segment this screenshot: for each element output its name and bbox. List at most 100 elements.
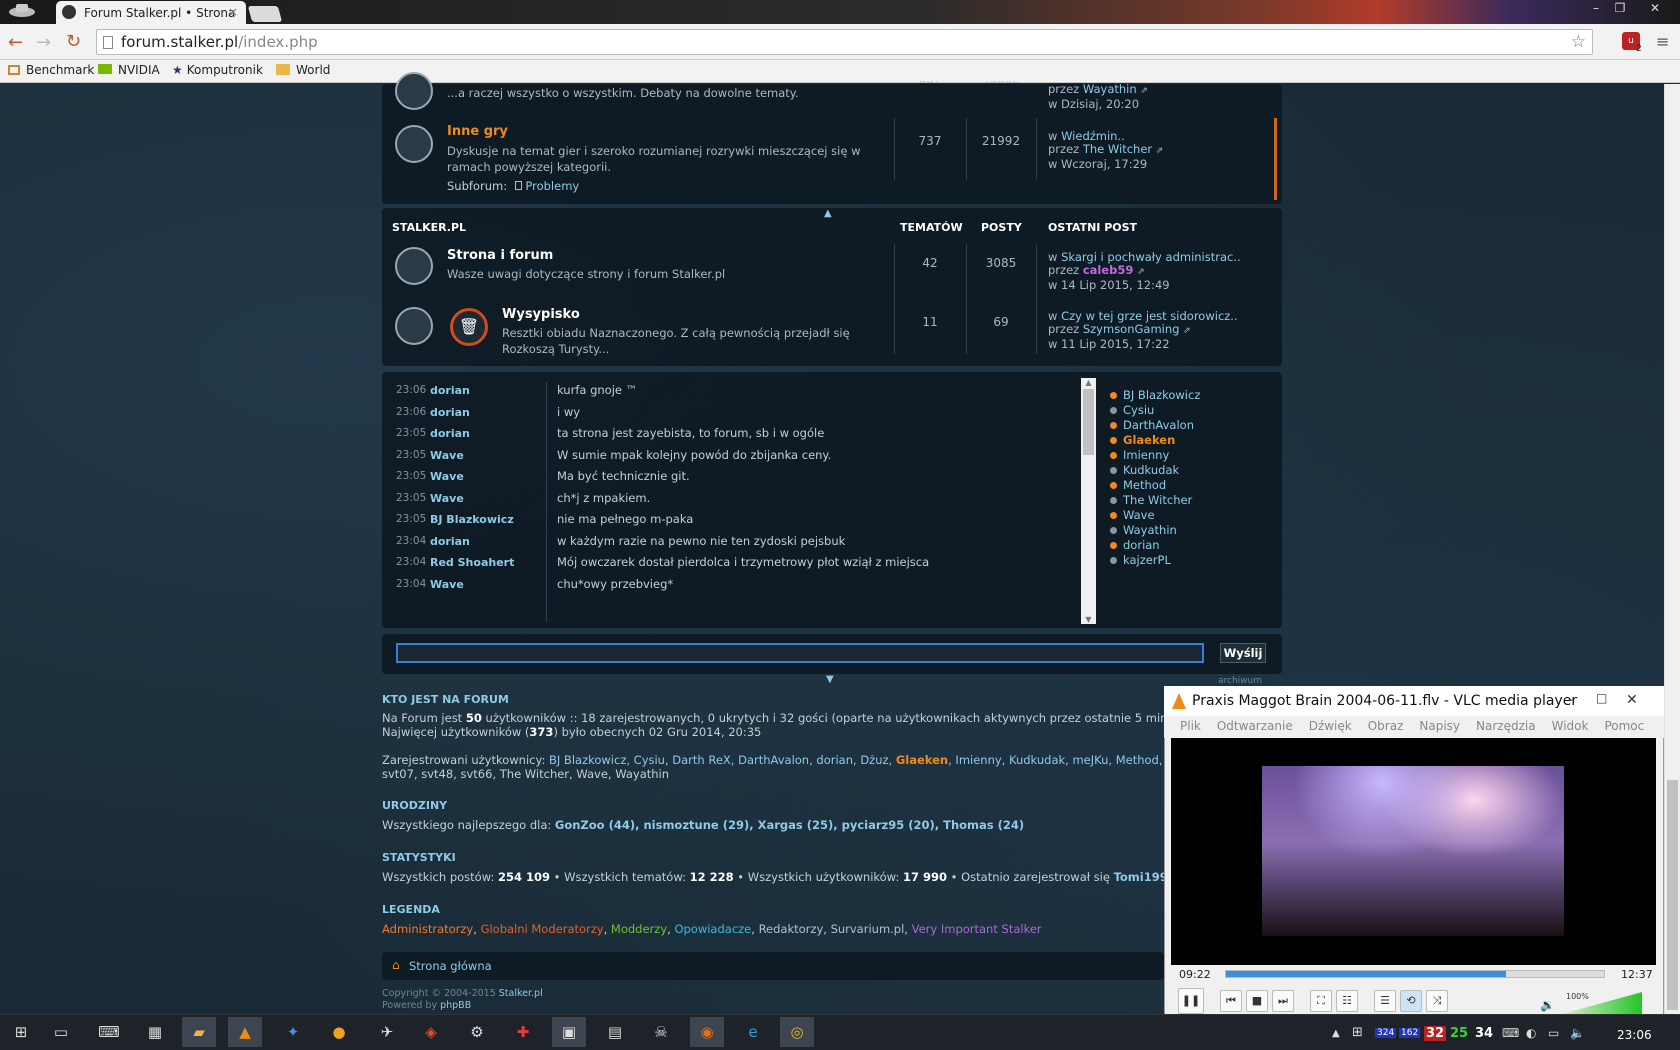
online-user[interactable]: DarthAvalon: [1110, 418, 1200, 433]
chat-user[interactable]: dorian: [430, 427, 470, 440]
chat-scroll-thumb[interactable]: [1083, 389, 1094, 455]
tray-arrow-icon[interactable]: ▲: [1332, 1028, 1340, 1039]
last-post-author[interactable]: SzymsonGaming: [1083, 322, 1180, 336]
bookmark-komputronik[interactable]: ★ Komputronik: [172, 63, 263, 77]
taskbar-vlc-icon[interactable]: ▲: [228, 1017, 262, 1047]
view-post-icon[interactable]: ⇗: [1156, 146, 1164, 156]
vlc-maximize-icon[interactable]: □: [1596, 691, 1607, 705]
reload-icon[interactable]: ↻: [66, 31, 81, 52]
chat-user[interactable]: dorian: [430, 535, 470, 548]
vlc-menu-item[interactable]: Obraz: [1368, 719, 1404, 733]
online-user[interactable]: kajzerPL: [1110, 553, 1200, 568]
shout-input[interactable]: [396, 643, 1204, 663]
taskbar-app-icon[interactable]: ▭: [44, 1017, 78, 1047]
chat-user[interactable]: Wave: [430, 470, 464, 483]
newest-user-link[interactable]: Tomi199: [1114, 870, 1164, 884]
legend-group[interactable]: Opowiadacze: [674, 922, 751, 936]
vlc-menu-item[interactable]: Plik: [1180, 719, 1201, 733]
tray-keyboard-icon[interactable]: ⌨: [1502, 1026, 1519, 1040]
previous-button[interactable]: ⏮: [1220, 990, 1242, 1012]
vlc-menu-item[interactable]: Widok: [1552, 719, 1589, 733]
taskbar-steam-icon[interactable]: ⚙: [460, 1017, 494, 1047]
registered-users-links[interactable]: BJ Blazkowicz, Cysiu, Darth ReX, DarthAv…: [549, 753, 896, 767]
back-icon[interactable]: ←: [8, 32, 23, 53]
expand-arrow-icon[interactable]: ▼: [826, 674, 834, 685]
bookmark-world[interactable]: World: [276, 63, 330, 77]
online-user[interactable]: Imienny: [1110, 448, 1200, 463]
forum-link-wysypisko[interactable]: Wysypisko: [502, 307, 580, 322]
last-post-author[interactable]: The Witcher: [1083, 142, 1152, 156]
view-post-icon[interactable]: ⇗: [1137, 267, 1145, 277]
collapse-arrow-icon[interactable]: ▲: [824, 208, 832, 219]
tray-windows-icon[interactable]: ⊞: [1352, 1025, 1363, 1040]
taskbar-chrome-icon[interactable]: ◎: [780, 1017, 814, 1047]
chat-scroll-down-icon[interactable]: ▼: [1081, 615, 1096, 624]
chat-scroll-up-icon[interactable]: ▲: [1081, 378, 1096, 387]
chat-user[interactable]: Wave: [430, 492, 464, 505]
vlc-menu-item[interactable]: Narzędzia: [1476, 719, 1536, 733]
forum-link-inne-gry[interactable]: Inne gry: [447, 124, 508, 139]
forward-icon[interactable]: →: [36, 32, 51, 53]
online-user[interactable]: Method: [1110, 478, 1200, 493]
taskbar-app-icon[interactable]: ✦: [276, 1017, 310, 1047]
fullscreen-button[interactable]: ⛶: [1310, 990, 1332, 1012]
extended-settings-button[interactable]: ☷: [1336, 990, 1358, 1012]
legend-group[interactable]: Very Important Stalker: [912, 922, 1042, 936]
home-link[interactable]: Strona główna: [409, 959, 492, 973]
online-user[interactable]: The Witcher: [1110, 493, 1200, 508]
subforum-link-problemy[interactable]: Problemy: [525, 179, 579, 193]
category-title[interactable]: STALKER.PL: [392, 221, 466, 234]
shuffle-button[interactable]: ⤨: [1426, 990, 1448, 1012]
vlc-menu-item[interactable]: Napisy: [1419, 719, 1460, 733]
vlc-menu-item[interactable]: Pomoc: [1604, 719, 1644, 733]
online-user[interactable]: Glaeken: [1110, 433, 1200, 448]
taskbar-app-icon[interactable]: ✚: [506, 1017, 540, 1047]
chat-user[interactable]: Red Shoahert: [430, 556, 514, 569]
phpbb-link[interactable]: phpBB: [440, 1000, 471, 1011]
chat-user[interactable]: Wave: [430, 449, 464, 462]
next-button[interactable]: ⏭: [1272, 990, 1294, 1012]
taskbar-app-icon[interactable]: ☠: [644, 1017, 678, 1047]
chat-scrollbar[interactable]: ▲ ▼: [1081, 378, 1096, 624]
loop-button[interactable]: ⟲: [1400, 990, 1422, 1012]
online-user[interactable]: Kudkudak: [1110, 463, 1200, 478]
view-post-icon[interactable]: ⇗: [1183, 326, 1191, 336]
playlist-button[interactable]: ☰: [1374, 990, 1396, 1012]
tray-volume-icon[interactable]: 🔈: [1570, 1026, 1585, 1040]
tab-forum[interactable]: Forum Stalker.pl • Strona ×: [56, 1, 246, 25]
pause-button[interactable]: ❚❚: [1178, 988, 1204, 1014]
stop-button[interactable]: ■: [1246, 990, 1268, 1012]
tray-clock[interactable]: 23:06: [1617, 1028, 1652, 1042]
legend-group[interactable]: Globalni Moderatorzy: [481, 922, 604, 936]
taskbar-app-icon[interactable]: ▤: [598, 1017, 632, 1047]
vlc-close-icon[interactable]: ✕: [1626, 692, 1638, 708]
registered-users-links[interactable]: svt07, svt48, svt66, The Witcher, Wave, …: [382, 767, 669, 781]
legend-group[interactable]: Administratorzy: [382, 922, 473, 936]
last-post-topic[interactable]: Czy w tej grze jest sidorowicz..: [1061, 309, 1238, 323]
forum-link-strona-i-forum[interactable]: Strona i forum: [447, 248, 553, 263]
bookmark-benchmark[interactable]: Benchmark: [8, 63, 94, 77]
taskbar-app-icon[interactable]: ✈: [370, 1017, 404, 1047]
taskbar-ie-icon[interactable]: e: [736, 1017, 770, 1047]
online-user[interactable]: dorian: [1110, 538, 1200, 553]
vlc-menu-item[interactable]: Odtwarzanie: [1217, 719, 1293, 733]
speaker-icon[interactable]: 🔉: [1540, 998, 1555, 1012]
close-window-icon[interactable]: ✕: [1634, 0, 1676, 18]
taskbar-app-icon[interactable]: ▣: [552, 1017, 586, 1047]
online-user[interactable]: Wayathin: [1110, 523, 1200, 538]
chat-user[interactable]: dorian: [430, 406, 470, 419]
online-user[interactable]: BJ Blazkowicz: [1110, 388, 1200, 403]
address-bar[interactable]: forum.stalker.pl/index.php ☆: [96, 29, 1593, 55]
taskbar-app-icon[interactable]: ◈: [414, 1017, 448, 1047]
legend-group[interactable]: Redaktorzy: [759, 922, 824, 936]
archive-link[interactable]: archiwum: [1218, 676, 1262, 686]
last-post-topic[interactable]: Wiedźmin..: [1061, 129, 1125, 143]
birthday-users-links[interactable]: GonZoo (44), nismoztune (29), Xargas (25…: [555, 818, 1024, 832]
vlc-menu-item[interactable]: Dźwięk: [1309, 719, 1352, 733]
view-post-icon[interactable]: ⇗: [1140, 86, 1148, 96]
restore-icon[interactable]: ❐: [1608, 0, 1632, 18]
minimize-icon[interactable]: –: [1584, 0, 1608, 18]
legend-group[interactable]: Modderzy: [611, 922, 667, 936]
bookmark-star-icon[interactable]: ☆: [1571, 32, 1586, 52]
menu-icon[interactable]: ≡: [1656, 32, 1669, 51]
